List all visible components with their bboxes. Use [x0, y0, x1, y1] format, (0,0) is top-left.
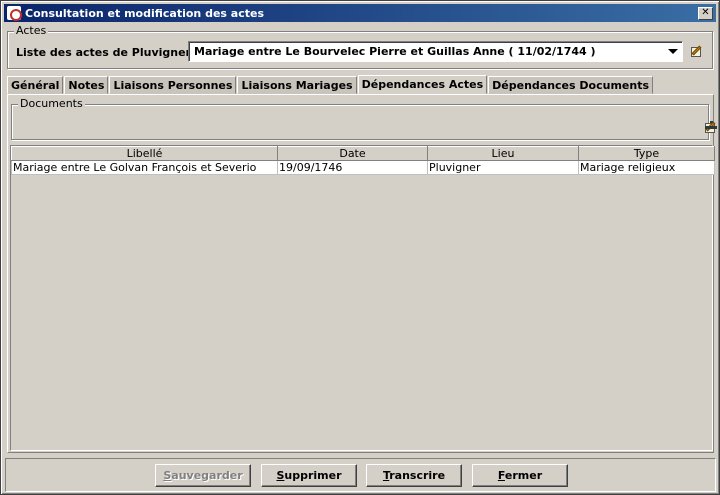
cell-lieu: Pluvigner [427, 160, 579, 175]
tab-dependances-actes[interactable]: Dépendances Actes [357, 75, 488, 94]
tab-liaisons-mariages[interactable]: Liaisons Mariages [237, 76, 357, 94]
table-row[interactable]: Mariage entre Le Golvan François et Seve… [11, 160, 715, 175]
actes-legend: Actes [14, 24, 49, 37]
tab-panel: Documents Libellé Date Lieu Type Mariage… [7, 94, 717, 453]
column-header-date[interactable]: Date [277, 146, 428, 161]
tab-liaisons-personnes[interactable]: Liaisons Personnes [109, 76, 237, 94]
cell-type: Mariage religieux [578, 160, 715, 175]
chevron-down-icon[interactable] [665, 44, 680, 59]
app-icon [7, 6, 22, 21]
actes-select[interactable]: Mariage entre Le Bourvelec Pierre et Gui… [188, 41, 683, 62]
table-header: Libellé Date Lieu Type [11, 146, 715, 161]
column-header-libelle[interactable]: Libellé [11, 146, 278, 161]
button-bar: Sauvegarder Supprimer Transcrire Fermer [5, 458, 716, 492]
documents-legend: Documents [18, 97, 85, 110]
close-button[interactable]: Fermer [472, 464, 568, 487]
documents-group: Documents [11, 97, 717, 140]
remove-icon[interactable] [702, 118, 720, 136]
edit-acte-icon[interactable] [688, 42, 706, 60]
tab-notes[interactable]: Notes [64, 76, 109, 94]
cell-date: 19/09/1746 [277, 160, 428, 175]
transcribe-button[interactable]: Transcrire [366, 464, 462, 487]
delete-button[interactable]: Supprimer [261, 464, 357, 487]
cell-libelle: Mariage entre Le Golvan François et Seve… [11, 160, 278, 175]
column-header-lieu[interactable]: Lieu [427, 146, 579, 161]
actes-list-label: Liste des actes de Pluvigner: [16, 46, 196, 59]
close-window-button[interactable]: ✕ [698, 6, 713, 20]
actes-group: Actes Liste des actes de Pluvigner: Mari… [7, 24, 713, 69]
dialog-window: Consultation et modification des actes ✕… [0, 0, 720, 495]
window-title: Consultation et modification des actes [25, 6, 265, 20]
tab-dependances-documents[interactable]: Dépendances Documents [488, 76, 653, 94]
actes-select-value: Mariage entre Le Bourvelec Pierre et Gui… [194, 45, 596, 58]
column-header-type[interactable]: Type [578, 146, 715, 161]
tab-bar: Général Notes Liaisons Personnes Liaison… [7, 75, 654, 94]
save-button[interactable]: Sauvegarder [155, 464, 251, 487]
dependencies-table[interactable]: Libellé Date Lieu Type Mariage entre Le … [10, 145, 715, 451]
title-bar[interactable]: Consultation et modification des actes ✕ [4, 4, 716, 22]
tab-general[interactable]: Général [7, 76, 64, 94]
